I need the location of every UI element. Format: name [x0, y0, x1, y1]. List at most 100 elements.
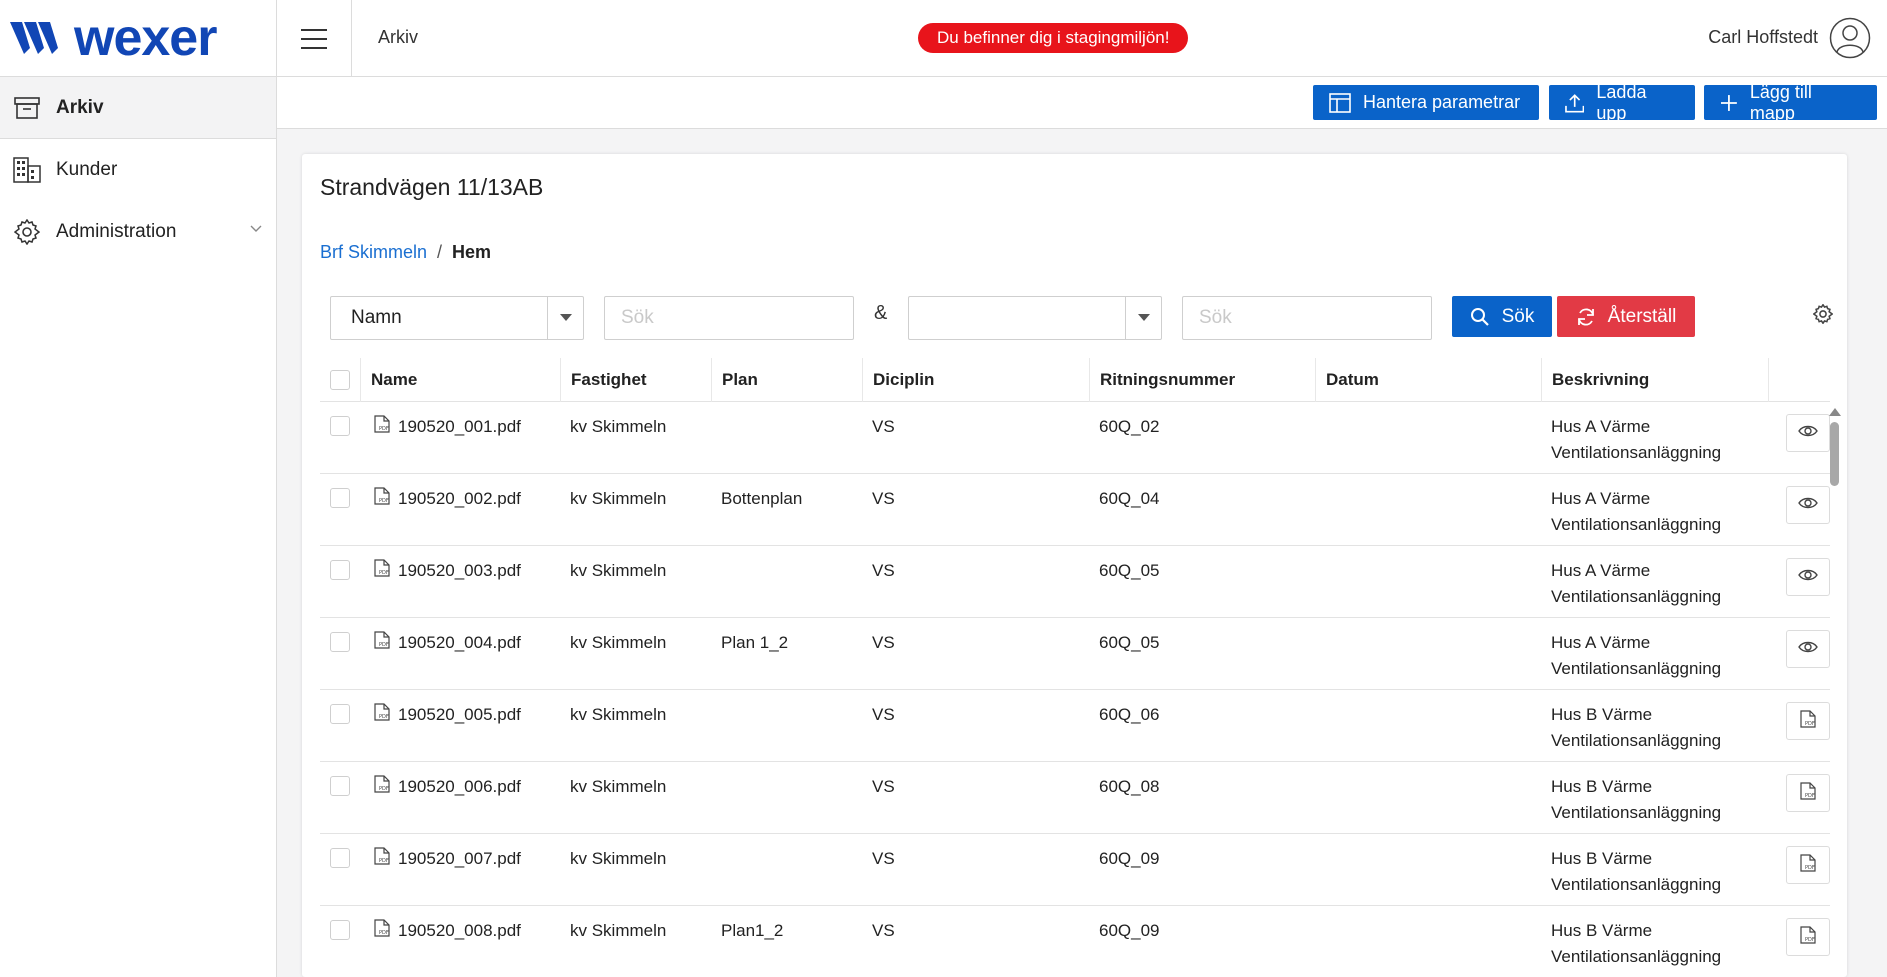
column-header-datum[interactable]: Datum — [1315, 358, 1541, 402]
preview-button[interactable] — [1786, 486, 1830, 524]
row-checkbox[interactable] — [330, 488, 350, 508]
cell-diciplin: VS — [872, 705, 895, 724]
cell-name[interactable]: 190520_005.pdf — [398, 702, 521, 728]
row-checkbox[interactable] — [330, 776, 350, 796]
avatar-icon[interactable] — [1829, 17, 1871, 59]
table-scrollbar[interactable] — [1826, 408, 1842, 977]
cell-ritningsnummer: 60Q_06 — [1099, 705, 1160, 724]
column-header-ritningsnummer[interactable]: Ritningsnummer — [1089, 358, 1315, 402]
cell-diciplin: VS — [872, 633, 895, 652]
table-row[interactable]: PDF 190520_005.pdf kv Skimmeln VS 60Q_06 Hus … — [320, 690, 1830, 762]
sidebar-item-kunder[interactable]: Kunder — [0, 139, 276, 201]
pdf-file-icon: PDF — [374, 559, 390, 582]
field1-select[interactable]: Namn — [330, 296, 584, 340]
cell-name[interactable]: 190520_001.pdf — [398, 414, 521, 440]
svg-text:PDF: PDF — [1805, 865, 1815, 871]
reset-button[interactable]: Återställ — [1557, 296, 1695, 337]
breadcrumb-parent-link[interactable]: Brf Skimmeln — [320, 242, 427, 262]
table-row[interactable]: PDF 190520_006.pdf kv Skimmeln VS 60Q_08 Hus … — [320, 762, 1830, 834]
open-pdf-button[interactable]: PDF — [1786, 774, 1830, 812]
cell-beskrivning: Hus B Värme Ventilationsanläggning — [1551, 774, 1721, 826]
open-pdf-button[interactable]: PDF — [1786, 918, 1830, 956]
table-row[interactable]: PDF 190520_007.pdf kv Skimmeln VS 60Q_09 Hus … — [320, 834, 1830, 906]
search-button[interactable]: Sök — [1452, 296, 1552, 337]
cell-beskrivning-line2: Ventilationsanläggning — [1551, 587, 1722, 606]
select-all-checkbox[interactable] — [330, 370, 350, 390]
add-folder-button[interactable]: Lägg till mapp — [1704, 82, 1877, 123]
chevron-down-icon[interactable] — [250, 225, 262, 233]
cell-ritningsnummer: 60Q_08 — [1099, 777, 1160, 796]
cell-name[interactable]: 190520_002.pdf — [398, 486, 521, 512]
scroll-thumb[interactable] — [1830, 422, 1839, 486]
manage-parameters-button[interactable]: Hantera parametrar — [1313, 85, 1539, 120]
row-checkbox[interactable] — [330, 920, 350, 940]
row-checkbox[interactable] — [330, 560, 350, 580]
table-row[interactable]: PDF 190520_008.pdf kv Skimmeln Plan1_2 VS 60Q… — [320, 906, 1830, 977]
scroll-up-arrow-icon[interactable] — [1829, 408, 1841, 416]
user-name[interactable]: Carl Hoffstedt — [1708, 27, 1818, 48]
cell-ritningsnummer: 60Q_09 — [1099, 849, 1160, 868]
field2-select[interactable] — [908, 296, 1162, 340]
cell-plan: Bottenplan — [721, 489, 803, 508]
pdf-file-icon: PDF — [374, 631, 390, 654]
cell-name[interactable]: 190520_006.pdf — [398, 774, 521, 800]
cell-ritningsnummer: 60Q_04 — [1099, 489, 1160, 508]
cell-diciplin: VS — [872, 921, 895, 940]
row-checkbox[interactable] — [330, 848, 350, 868]
table-settings-gear-icon[interactable] — [1813, 304, 1833, 324]
table-row[interactable]: PDF 190520_001.pdf kv Skimmeln VS 60Q_02 Hus … — [320, 402, 1830, 474]
refresh-icon — [1577, 308, 1594, 325]
menu-toggle-button[interactable] — [277, 0, 352, 77]
sidebar-item-administration[interactable]: Administration — [0, 201, 276, 263]
preview-button[interactable] — [1786, 414, 1830, 452]
svg-text:PDF: PDF — [379, 786, 389, 792]
cell-name[interactable]: 190520_008.pdf — [398, 918, 521, 944]
open-pdf-button[interactable]: PDF — [1786, 702, 1830, 740]
top-bar: Arkiv Du befinner dig i stagingmiljön! C… — [277, 0, 1887, 77]
open-pdf-button[interactable]: PDF — [1786, 846, 1830, 884]
cell-beskrivning-line2: Ventilationsanläggning — [1551, 515, 1722, 534]
cell-name[interactable]: 190520_007.pdf — [398, 846, 521, 872]
wexer-logo-icon — [10, 22, 58, 54]
pdf-file-icon: PDF — [374, 415, 390, 438]
eye-icon — [1798, 496, 1818, 515]
column-header-diciplin[interactable]: Diciplin — [862, 358, 1089, 402]
search2-input[interactable] — [1182, 296, 1432, 340]
row-checkbox[interactable] — [330, 632, 350, 652]
svg-text:PDF: PDF — [1805, 721, 1815, 727]
sidebar-item-label: Administration — [56, 221, 177, 242]
caret-down-icon — [1125, 297, 1161, 339]
cell-ritningsnummer: 60Q_05 — [1099, 561, 1160, 580]
cell-ritningsnummer: 60Q_02 — [1099, 417, 1160, 436]
svg-text:PDF: PDF — [379, 426, 389, 432]
cell-name[interactable]: 190520_004.pdf — [398, 630, 521, 656]
upload-label: Ladda upp — [1596, 81, 1647, 123]
table-row[interactable]: PDF 190520_004.pdf kv Skimmeln Plan 1_2 VS 60… — [320, 618, 1830, 690]
cell-beskrivning-line1: Hus A Värme — [1551, 633, 1651, 652]
cell-ritningsnummer: 60Q_05 — [1099, 633, 1160, 652]
app-root: wexer Arkiv Kunder Administration Arkiv — [0, 0, 1887, 977]
table-row[interactable]: PDF 190520_002.pdf kv Skimmeln Bottenplan VS… — [320, 474, 1830, 546]
cell-name[interactable]: 190520_003.pdf — [398, 558, 521, 584]
page-title: Arkiv — [378, 27, 418, 47]
cell-beskrivning-line1: Hus B Värme — [1551, 921, 1653, 940]
column-header-fastighet[interactable]: Fastighet — [560, 358, 711, 402]
cell-beskrivning-line2: Ventilationsanläggning — [1551, 947, 1722, 966]
preview-button[interactable] — [1786, 558, 1830, 596]
column-header-name[interactable]: Name — [360, 358, 560, 402]
search1-input[interactable] — [604, 296, 854, 340]
svg-text:PDF: PDF — [379, 642, 389, 648]
building-icon — [12, 155, 42, 185]
column-header-beskrivning[interactable]: Beskrivning — [1541, 358, 1768, 402]
row-checkbox[interactable] — [330, 704, 350, 724]
upload-button[interactable]: Ladda upp — [1549, 82, 1695, 123]
column-header-plan[interactable]: Plan — [711, 358, 862, 402]
column-header-actions — [1768, 358, 1830, 402]
sidebar-item-arkiv[interactable]: Arkiv — [0, 77, 276, 139]
brand-logo[interactable]: wexer — [0, 0, 276, 77]
table-row[interactable]: PDF 190520_003.pdf kv Skimmeln VS 60Q_05 Hus … — [320, 546, 1830, 618]
upload-icon — [1565, 93, 1585, 113]
row-checkbox[interactable] — [330, 416, 350, 436]
preview-button[interactable] — [1786, 630, 1830, 668]
eye-icon — [1798, 640, 1818, 659]
